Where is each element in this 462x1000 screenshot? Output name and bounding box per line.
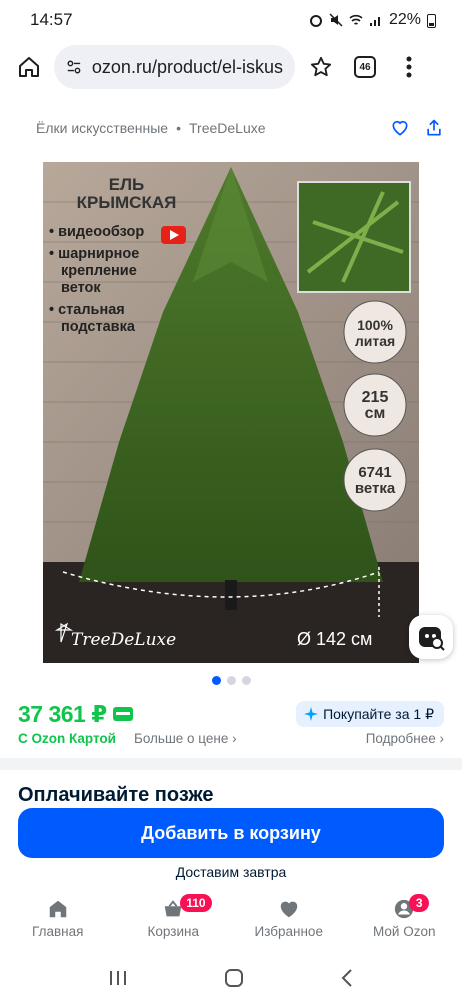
bottom-navigation: Главная 110 Корзина Избранное 3 Мой Ozon (0, 890, 462, 952)
badge-height-unit: см (364, 405, 386, 422)
product-image[interactable]: ЕЛЬ КРЫМСКАЯ • видеообзор • шарнирное кр… (43, 162, 419, 663)
promo-chip[interactable]: Покупайте за 1 ₽ (296, 701, 444, 727)
heart-icon (280, 901, 297, 918)
add-to-cart-button[interactable]: Добавить в корзину (18, 808, 444, 858)
recent-apps-icon[interactable] (108, 969, 128, 987)
nav-home-label: Главная (32, 924, 84, 939)
breadcrumb-separator: • (176, 120, 181, 136)
nav-home[interactable]: Главная (13, 898, 103, 939)
star-icon (310, 56, 332, 77)
feature-hinged: шарнирное (58, 246, 140, 262)
tabs-button[interactable]: 46 (347, 49, 383, 85)
carousel-indicator (0, 676, 462, 685)
nav-cart[interactable]: 110 Корзина (128, 894, 218, 939)
more-vertical-icon (406, 56, 412, 78)
browser-menu-button[interactable] (391, 49, 427, 85)
wifi-icon (349, 14, 363, 25)
bookmark-button[interactable] (303, 49, 339, 85)
promo-text: Покупайте за 1 ₽ (323, 705, 434, 722)
breadcrumb-category[interactable]: Ёлки искусственные (36, 120, 168, 136)
heart-icon[interactable] (390, 118, 410, 138)
ozon-card-icon (112, 707, 133, 721)
nav-favorites-label: Избранное (254, 924, 323, 939)
delivery-info: Доставим завтра (175, 864, 287, 880)
nav-my-ozon-label: Мой Ozon (373, 924, 436, 939)
badge-cast-label: литая (354, 333, 396, 349)
feature-video: видеообзор (58, 224, 145, 240)
feature-stand: подставка (61, 319, 135, 335)
nav-favorites[interactable]: Избранное (244, 898, 334, 939)
address-bar[interactable]: ozon.ru/product/el-iskus (54, 45, 295, 89)
chevron-right-icon: › (439, 730, 445, 746)
browser-toolbar: ozon.ru/product/el-iskus 46 (0, 40, 462, 94)
nav-my-ozon[interactable]: 3 Мой Ozon (359, 894, 449, 939)
tab-count: 46 (354, 56, 376, 78)
system-navigation (0, 955, 462, 1000)
price-value: 37 361 ₽ (18, 700, 107, 727)
status-bar: 14:57 22% (0, 0, 462, 40)
feature-branches: веток (61, 280, 101, 296)
badge-branches-value: 6741 (358, 464, 392, 481)
sparkle-icon (304, 707, 319, 721)
mute-icon (329, 13, 343, 27)
breadcrumb: Ёлки искусственные • TreeDeLuxe (0, 110, 462, 146)
signal-icon (369, 17, 380, 26)
carousel-dot-1[interactable] (211, 676, 221, 685)
more-about-price-link[interactable]: Больше о цене › (134, 731, 237, 746)
price-subrow: С Ozon Картой Больше о цене › Подробнее … (18, 728, 444, 748)
image-title-line1: ЕЛЬ (108, 175, 145, 194)
battery-percent: 22% (388, 11, 421, 28)
alarm-icon (309, 15, 322, 27)
home-icon (19, 57, 39, 77)
site-settings-icon[interactable] (66, 58, 82, 76)
url-text: ozon.ru/product/el-iskus (91, 56, 283, 77)
price-row: 37 361 ₽ Покупайте за 1 ₽ (18, 700, 444, 728)
more-about-price-text: Больше о цене (133, 730, 229, 746)
nav-cart-label: Корзина (147, 924, 199, 939)
back-icon[interactable] (340, 968, 354, 988)
details-text: Подробнее (365, 730, 436, 746)
carousel-dot-3[interactable] (241, 676, 251, 685)
image-title-line2: КРЫМСКАЯ (76, 193, 177, 212)
feature-mount: крепление (61, 263, 137, 279)
cart-badge: 110 (180, 894, 212, 912)
brand-logo: TreeDeLuxe (71, 630, 177, 650)
feature-steel: стальная (58, 302, 125, 318)
profile-badge: 3 (409, 894, 430, 912)
share-icon[interactable] (424, 118, 444, 138)
home-icon (49, 900, 66, 918)
section-divider (0, 758, 462, 770)
details-link[interactable]: Подробнее › (366, 731, 444, 746)
chevron-right-icon: › (232, 730, 237, 746)
battery-icon (427, 13, 436, 28)
section-title-pay-later: Оплачивайте позже (18, 784, 214, 804)
badge-branches-label: ветка (354, 480, 396, 497)
status-time: 14:57 (30, 10, 73, 29)
breadcrumb-brand[interactable]: TreeDeLuxe (189, 120, 266, 136)
carousel-dot-2[interactable] (226, 676, 236, 685)
image-search-icon (419, 627, 445, 651)
ozon-card-label: С Ozon Картой (18, 730, 116, 746)
badge-height-value: 215 (361, 389, 389, 406)
image-search-button[interactable] (409, 615, 453, 659)
home-button[interactable] (12, 50, 46, 84)
diameter-label: Ø 142 см (297, 629, 373, 649)
badge-cast-value: 100% (357, 317, 393, 333)
home-gesture-icon[interactable] (224, 968, 244, 988)
